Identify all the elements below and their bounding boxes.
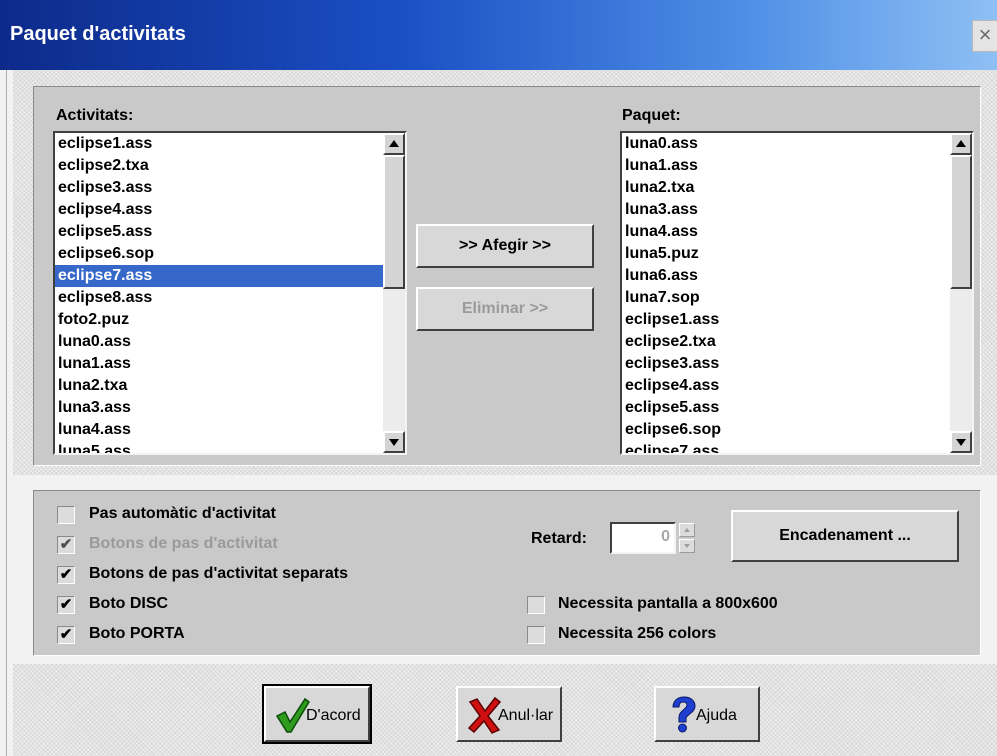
arrow-down-icon (684, 544, 690, 548)
door-button-label: Boto PORTA (89, 625, 185, 642)
help-button-label: Ajuda (696, 707, 737, 724)
activities-list-item[interactable]: luna1.ass (55, 353, 383, 375)
window-title: Paquet d'activitats (10, 23, 186, 45)
activities-list-item[interactable]: luna2.txa (55, 375, 383, 397)
package-scrollbar[interactable] (950, 133, 972, 453)
activities-list-item[interactable]: luna3.ass (55, 397, 383, 419)
scroll-down-button[interactable] (950, 431, 972, 453)
activities-list-item[interactable]: luna4.ass (55, 419, 383, 441)
package-list-item[interactable]: eclipse1.ass (622, 309, 950, 331)
ok-button-label: D'acord (306, 707, 361, 724)
activities-list-item[interactable]: luna0.ass (55, 331, 383, 353)
delay-decrement-button[interactable] (679, 539, 695, 553)
package-list-item[interactable]: luna3.ass (622, 199, 950, 221)
auto-step-checkbox[interactable] (57, 506, 75, 524)
blue-question-mark-icon (672, 696, 696, 733)
package-list-item[interactable]: eclipse5.ass (622, 397, 950, 419)
activities-list-items: eclipse1.ass eclipse2.txa eclipse3.ass ecli… (55, 133, 383, 453)
activities-list-item[interactable]: eclipse6.sop (55, 243, 383, 265)
step-buttons-checkbox[interactable]: ✔ (57, 536, 75, 554)
needs-800x600-checkbox[interactable] (527, 596, 545, 614)
activities-list-item[interactable]: luna5.ass (55, 441, 383, 453)
lists-panel: Activitats: Paquet: eclipse1.ass eclipse2… (33, 86, 981, 466)
activities-list-item[interactable]: eclipse4.ass (55, 199, 383, 221)
package-list-items: luna0.ass luna1.ass luna2.txa luna3.ass luna… (622, 133, 950, 453)
arrow-up-icon (389, 140, 399, 147)
cancel-button-label: Anul·lar (498, 707, 554, 724)
package-list-item[interactable]: eclipse6.sop (622, 419, 950, 441)
activities-list-item[interactable]: eclipse2.txa (55, 155, 383, 177)
auto-step-label: Pas automàtic d'activitat (89, 505, 276, 522)
scroll-thumb[interactable] (383, 155, 405, 289)
close-button[interactable]: × (972, 20, 997, 52)
package-list[interactable]: luna0.ass luna1.ass luna2.txa luna3.ass luna… (620, 131, 974, 455)
arrow-up-icon (684, 528, 690, 532)
delay-input[interactable]: 0 (610, 522, 676, 554)
needs-256-colors-label: Necessita 256 colors (558, 625, 717, 642)
package-list-item[interactable]: eclipse7.ass (622, 441, 950, 453)
door-button-checkbox[interactable]: ✔ (57, 626, 75, 644)
window-frame-left (6, 70, 7, 756)
package-label: Paquet: (622, 107, 681, 124)
package-list-item[interactable]: luna0.ass (622, 133, 950, 155)
remove-button[interactable]: Eliminar >> (416, 287, 594, 331)
window-body: Activitats: Paquet: eclipse1.ass eclipse2… (0, 70, 997, 756)
package-list-item[interactable]: eclipse2.txa (622, 331, 950, 353)
activities-list-item[interactable]: foto2.puz (55, 309, 383, 331)
scroll-up-button[interactable] (950, 133, 972, 155)
activities-list-item[interactable]: eclipse1.ass (55, 133, 383, 155)
activities-list-item[interactable]: eclipse3.ass (55, 177, 383, 199)
delay-label: Retard: (531, 530, 588, 547)
red-x-icon (467, 696, 502, 734)
needs-256-colors-checkbox[interactable] (527, 626, 545, 644)
activities-list-item[interactable]: eclipse8.ass (55, 287, 383, 309)
green-checkmark-icon (275, 697, 310, 733)
title-bar: Paquet d'activitats × (0, 0, 997, 70)
activities-label: Activitats: (56, 107, 134, 124)
package-list-item[interactable]: eclipse4.ass (622, 375, 950, 397)
package-list-item[interactable]: luna4.ass (622, 221, 950, 243)
activities-scrollbar[interactable] (383, 133, 405, 453)
activities-list-item[interactable]: eclipse5.ass (55, 221, 383, 243)
disc-button-checkbox[interactable]: ✔ (57, 596, 75, 614)
scroll-thumb[interactable] (950, 155, 972, 289)
disc-button-label: Boto DISC (89, 595, 169, 612)
arrow-down-icon (389, 439, 399, 446)
package-list-item[interactable]: luna2.txa (622, 177, 950, 199)
needs-800x600-label: Necessita pantalla a 800x600 (558, 595, 778, 612)
package-list-item[interactable]: luna1.ass (622, 155, 950, 177)
delay-increment-button[interactable] (679, 523, 695, 537)
activities-list[interactable]: eclipse1.ass eclipse2.txa eclipse3.ass ecli… (53, 131, 407, 455)
package-list-item[interactable]: luna6.ass (622, 265, 950, 287)
arrow-down-icon (956, 439, 966, 446)
separate-step-buttons-label: Botons de pas d'activitat separats (89, 565, 348, 582)
ok-button[interactable]: D'acord (262, 684, 372, 744)
package-list-item[interactable]: luna7.sop (622, 287, 950, 309)
separate-step-buttons-checkbox[interactable]: ✔ (57, 566, 75, 584)
scroll-up-button[interactable] (383, 133, 405, 155)
step-buttons-label: Botons de pas d'activitat (89, 535, 278, 552)
arrow-up-icon (956, 140, 966, 147)
package-list-item[interactable]: luna5.puz (622, 243, 950, 265)
options-panel: Pas automàtic d'activitat ✔ Botons de pa… (33, 490, 981, 656)
cancel-button[interactable]: Anul·lar (456, 686, 562, 742)
package-list-item[interactable]: eclipse3.ass (622, 353, 950, 375)
add-button[interactable]: >> Afegir >> (416, 224, 594, 268)
close-icon: × (978, 22, 992, 47)
activities-list-item[interactable]: eclipse7.ass (55, 265, 383, 287)
help-button[interactable]: Ajuda (654, 686, 760, 742)
scroll-down-button[interactable] (383, 431, 405, 453)
chaining-button[interactable]: Encadenament ... (731, 510, 959, 562)
